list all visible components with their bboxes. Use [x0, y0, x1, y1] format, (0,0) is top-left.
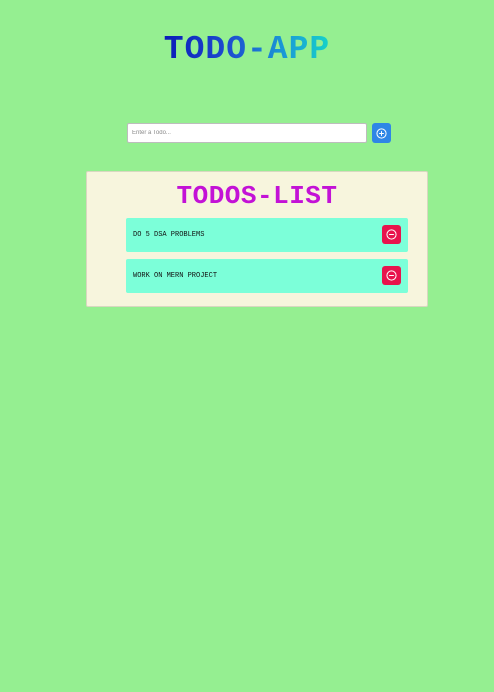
delete-todo-button[interactable] — [382, 225, 401, 244]
todos-list-title: TODOS-LIST — [176, 181, 338, 211]
todo-input[interactable] — [127, 123, 367, 143]
todo-input-row — [127, 123, 391, 144]
delete-todo-button[interactable] — [382, 266, 401, 285]
app-title-text: TODO-APP — [163, 31, 331, 68]
todo-item: DO 5 DSA PROBLEMS — [126, 218, 408, 252]
todo-item: WORK ON MERN PROJECT — [126, 259, 408, 293]
todo-item-text: WORK ON MERN PROJECT — [133, 272, 218, 280]
todo-item-text: DO 5 DSA PROBLEMS — [133, 231, 205, 239]
todos-list-card: TODOS-LIST DO 5 DSA PROBLEMS WORK ON MER… — [86, 171, 428, 307]
app-title: TODO-APP — [0, 30, 494, 70]
minus-circle-icon — [386, 229, 397, 240]
add-todo-button[interactable] — [372, 123, 391, 143]
minus-circle-icon — [386, 270, 397, 281]
plus-circle-icon — [376, 127, 387, 139]
